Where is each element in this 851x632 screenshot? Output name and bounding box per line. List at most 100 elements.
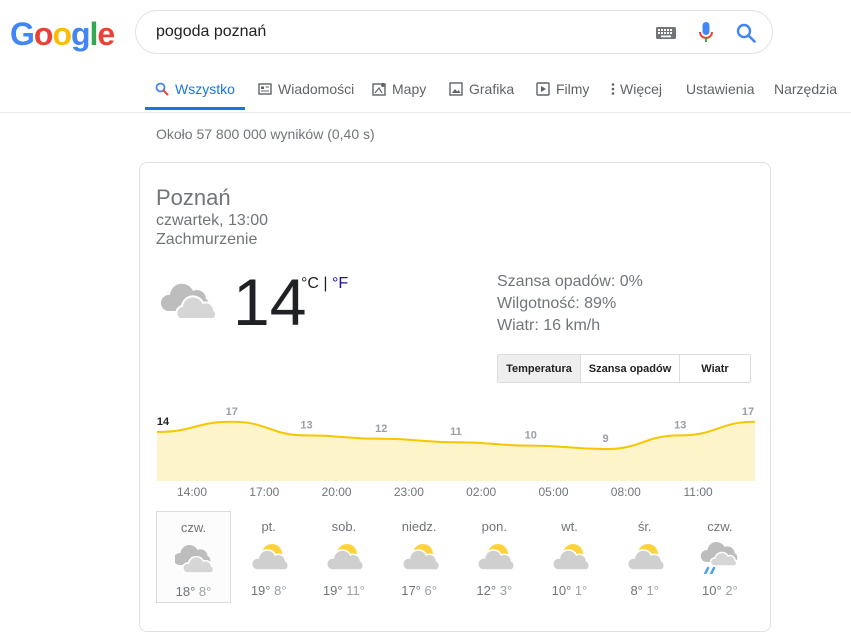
graph-value-label: 12	[375, 423, 387, 435]
graph-value-label: 9	[602, 433, 608, 445]
tab-label: Grafika	[469, 81, 515, 97]
hour-label: 02:00	[466, 485, 497, 499]
google-logo[interactable]: Google	[10, 16, 115, 53]
daily-forecast: czw. 18° 8° pt. 19° 8° sob. 19° 11° niedz. 17° …	[156, 511, 756, 605]
low-temp: 8°	[274, 583, 287, 598]
high-temp: 12°	[476, 583, 497, 598]
hour-label: 08:00	[610, 485, 641, 499]
tab-label: Narzędzia	[774, 81, 838, 97]
tab-label: Więcej	[620, 81, 663, 97]
cloudy-icon	[175, 545, 215, 574]
day-name: niedz.	[401, 519, 437, 534]
fahrenheit-unit[interactable]: °F	[332, 275, 348, 292]
day-forecast[interactable]: pon. 12° 3°	[457, 511, 532, 603]
high-temp: 19°	[322, 583, 343, 598]
rain-icon	[701, 542, 738, 574]
hour-label: 23:00	[393, 485, 424, 499]
graph-value-label: 17	[742, 406, 754, 418]
tab-all[interactable]: Wszystko	[145, 74, 245, 110]
day-forecast[interactable]: śr. 8° 1°	[607, 511, 682, 603]
tab-label: Wiadomości	[278, 81, 355, 97]
high-temp: 19°	[250, 583, 271, 598]
news-icon	[258, 83, 272, 95]
map-icon	[372, 83, 386, 96]
unit-switch: °C | °F	[301, 275, 348, 293]
day-temps: 19° 8°	[231, 583, 306, 598]
day-forecast[interactable]: sob. 19° 11°	[306, 511, 381, 603]
tab-videos[interactable]: Filmy	[536, 74, 589, 110]
wind-speed: Wiatr: 16 km/h	[497, 317, 601, 334]
hour-label: 05:00	[538, 485, 569, 499]
tab-label: Wszystko	[175, 81, 235, 97]
hour-label: 11:00	[683, 485, 713, 499]
partly-cloudy-icon	[401, 544, 440, 571]
graph-value-label: 13	[300, 419, 312, 431]
partly-cloudy-icon	[552, 544, 590, 571]
tab-label: Ustawienia	[686, 81, 755, 97]
video-icon	[536, 82, 550, 96]
day-temps: 12° 3°	[457, 583, 532, 598]
day-name: sob.	[331, 519, 357, 534]
unit-separator: |	[318, 275, 332, 292]
tab-more[interactable]: Więcej	[610, 74, 662, 110]
day-temps: 19° 11°	[306, 583, 381, 598]
graph-value-label: 13	[674, 419, 686, 431]
precipitation-chance: Szansa opadów: 0%	[497, 273, 643, 290]
search-input[interactable]: pogoda poznań	[156, 23, 266, 41]
toggle-precipitation[interactable]: Szansa opadów	[581, 355, 680, 382]
day-name: czw.	[180, 520, 207, 535]
day-temps: 10° 1°	[532, 583, 607, 598]
graph-value-label: 10	[525, 430, 537, 442]
microphone-icon[interactable]	[698, 22, 714, 44]
low-temp: 1°	[646, 583, 659, 598]
celsius-unit: °C	[301, 275, 319, 292]
day-temps: 8° 1°	[607, 583, 682, 598]
low-temp: 8°	[198, 584, 212, 599]
current-temperature: 14	[233, 265, 307, 339]
hour-label: 14:00	[176, 485, 208, 499]
day-forecast[interactable]: pt. 19° 8°	[231, 511, 306, 603]
day-name: śr.	[637, 519, 652, 534]
day-name: czw.	[707, 519, 733, 534]
result-stats: Około 57 800 000 wyników (0,40 s)	[156, 126, 375, 142]
low-temp: 2°	[725, 583, 738, 598]
day-name: wt.	[561, 519, 578, 534]
day-forecast[interactable]: czw. 18° 8°	[156, 511, 231, 603]
low-temp: 6°	[424, 583, 437, 598]
graph-value-label: 14	[157, 416, 170, 428]
hour-label: 20:00	[321, 485, 352, 499]
hour-labels: 14:00 17:00 20:00 23:00 02:00 05:00 08:00 11:00	[156, 485, 756, 503]
search-box[interactable]: pogoda poznań	[135, 10, 773, 54]
partly-cloudy-icon	[326, 544, 365, 571]
tab-images[interactable]: Grafika	[449, 74, 514, 110]
image-icon	[449, 82, 463, 96]
tab-maps[interactable]: Mapy	[372, 74, 426, 110]
tab-settings[interactable]: Ustawienia	[686, 74, 754, 110]
day-forecast[interactable]: wt. 10° 1°	[532, 511, 607, 603]
keyboard-icon[interactable]	[656, 27, 676, 39]
day-forecast[interactable]: czw. 10° 2°	[682, 511, 757, 603]
high-temp: 10°	[551, 583, 572, 598]
high-temp: 8°	[630, 583, 643, 598]
partly-cloudy-icon	[251, 544, 290, 571]
tab-news[interactable]: Wiadomości	[258, 74, 354, 110]
temperature-graph: 14 17 13 12 11 10 9 13 17	[157, 406, 756, 481]
day-forecast[interactable]: niedz. 17° 6°	[382, 511, 457, 603]
toggle-temperature[interactable]: Temperatura	[498, 355, 581, 382]
high-temp: 17°	[401, 583, 421, 598]
graph-value-label: 11	[450, 426, 462, 438]
toggle-wind[interactable]: Wiatr	[680, 355, 750, 382]
search-icon	[155, 82, 169, 96]
low-temp: 11°	[346, 583, 365, 598]
humidity: Wilgotność: 89%	[497, 295, 617, 312]
partly-cloudy-icon	[627, 544, 666, 571]
high-temp: 10°	[702, 583, 722, 598]
day-temps: 18° 8°	[157, 584, 230, 599]
tab-tools[interactable]: Narzędzia	[774, 74, 837, 110]
search-icon[interactable]	[736, 23, 756, 43]
graph-toggle: Temperatura Szansa opadów Wiatr	[497, 354, 751, 383]
graph-value-label: 17	[226, 406, 238, 418]
day-temps: 17° 6°	[382, 583, 457, 598]
cloudy-icon	[160, 283, 217, 320]
low-temp: 3°	[499, 583, 513, 598]
